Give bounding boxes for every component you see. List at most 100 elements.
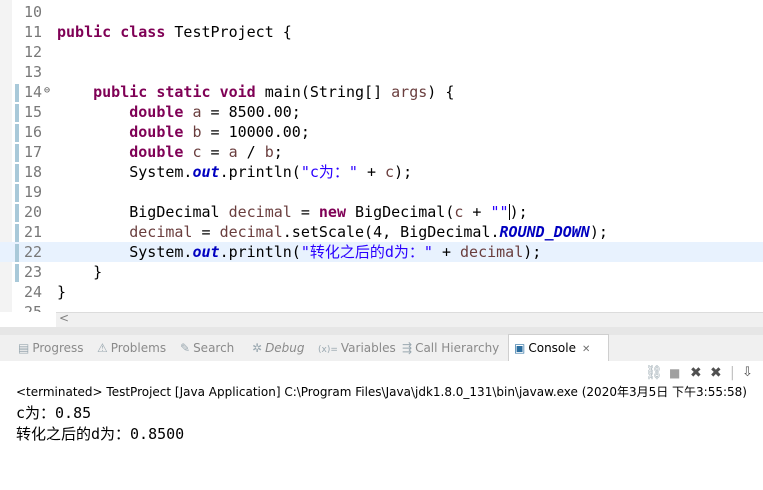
code-token: = 10000.00; xyxy=(201,123,310,141)
code-token: BigDecimal( xyxy=(346,203,455,221)
line-number: 24 xyxy=(24,283,43,301)
line-number: 20 xyxy=(24,203,43,221)
code-token: ); xyxy=(589,223,608,241)
tab-label: Variables xyxy=(340,341,396,355)
change-marker xyxy=(15,144,19,162)
code-line[interactable]: 20 BigDecimal decimal = new BigDecimal(c… xyxy=(0,202,763,222)
tab-progress[interactable]: ▤ Progress xyxy=(18,335,88,361)
tab-console[interactable]: ▣ Console ✕ xyxy=(508,334,609,361)
code-line[interactable]: 19 xyxy=(0,182,763,202)
code-token: a xyxy=(228,143,238,161)
panel-divider[interactable] xyxy=(0,327,763,335)
code-line[interactable]: 23 } xyxy=(0,262,763,282)
code-text: double a = 8500.00; xyxy=(57,102,301,122)
code-token: decimal xyxy=(228,203,292,221)
code-token: "c为：" xyxy=(300,163,358,181)
code-token: new xyxy=(318,203,346,221)
code-token: + xyxy=(357,163,386,181)
console-output-line: 转化之后的d为：0.8500 xyxy=(16,425,185,443)
code-token: double xyxy=(129,103,184,121)
line-number: 11 xyxy=(24,23,43,41)
code-token: main(String[] xyxy=(255,83,392,101)
view-tab-bar: ▤ Progress ⚠ Problems ✎ Search ✲ Debug (x)= Varia… xyxy=(0,334,763,362)
code-line[interactable]: 22 System.out.println("转化之后的d为：" + decim… xyxy=(0,242,763,262)
change-marker xyxy=(15,224,19,242)
fold-toggle-icon[interactable]: ⊖ xyxy=(44,85,50,97)
code-token: = xyxy=(192,223,220,241)
code-editor[interactable]: 10 11 public class TestProject { 12 13 14 ⊖ pu… xyxy=(0,0,763,312)
tab-search[interactable]: ✎ Search xyxy=(180,335,244,361)
code-line[interactable]: 17 double c = a / b; xyxy=(0,142,763,162)
call-hierarchy-icon: ⇶ xyxy=(402,341,413,355)
tab-label: Problems xyxy=(110,341,167,355)
remove-all-icon[interactable]: ✖ xyxy=(710,364,722,382)
code-line[interactable]: 18 System.out.println("c为：" + c); xyxy=(0,162,763,182)
remove-launch-icon[interactable]: ✖ xyxy=(690,364,702,382)
code-line[interactable]: 16 double b = 10000.00; xyxy=(0,122,763,142)
horizontal-scrollbar[interactable]: < xyxy=(56,311,763,327)
code-token: = 8500.00; xyxy=(201,103,301,121)
code-line[interactable]: 13 xyxy=(0,62,763,82)
tab-label: Search xyxy=(193,341,235,355)
code-text: System.out.println("转化之后的d为：" + decimal)… xyxy=(57,242,541,262)
console-output-line: c为：0.85 xyxy=(16,404,92,422)
change-marker xyxy=(15,204,19,222)
code-token: + xyxy=(432,243,461,261)
variables-icon: (x)= xyxy=(318,345,338,355)
line-number: 17 xyxy=(24,143,43,161)
tab-problems[interactable]: ⚠ Problems xyxy=(97,335,173,361)
scroll-lock-icon[interactable]: ⇩ xyxy=(742,364,753,382)
close-tab-icon[interactable]: ✕ xyxy=(582,344,590,355)
code-token: ); xyxy=(509,203,528,221)
change-marker xyxy=(15,164,19,182)
code-token: public xyxy=(93,83,148,101)
code-token: ; xyxy=(273,143,283,161)
pin-console-icon[interactable]: ⛓ xyxy=(645,364,663,382)
code-line[interactable]: 14 ⊖ public static void main(String[] arg… xyxy=(0,82,763,102)
console-output[interactable]: c为：0.85 转化之后的d为：0.8500 xyxy=(16,403,184,445)
code-token: "" xyxy=(490,203,509,221)
console-toolbar: ⛓ ■ ✖ ✖ | ⇩ xyxy=(0,361,763,385)
line-number: 12 xyxy=(24,43,43,61)
line-number: 15 xyxy=(24,103,43,121)
code-token: class xyxy=(120,23,166,41)
terminate-icon[interactable]: ■ xyxy=(669,364,680,382)
code-line[interactable]: 25 xyxy=(0,302,763,312)
console-icon: ▣ xyxy=(514,341,526,355)
code-text: BigDecimal decimal = new BigDecimal(c + … xyxy=(57,202,528,222)
code-line[interactable]: 10 xyxy=(0,2,763,22)
code-text: double c = a / b; xyxy=(57,142,283,162)
code-line[interactable]: 11 public class TestProject { xyxy=(0,22,763,42)
code-token: BigDecimal xyxy=(57,203,229,221)
code-line[interactable]: 15 double a = 8500.00; xyxy=(0,102,763,122)
line-number: 25 xyxy=(24,303,43,312)
code-token: double xyxy=(129,123,184,141)
line-number: 16 xyxy=(24,123,43,141)
code-token: TestProject { xyxy=(165,23,292,41)
tab-variables[interactable]: (x)= Variables xyxy=(318,335,396,361)
code-token: = xyxy=(291,203,319,221)
code-text: public class TestProject { xyxy=(57,22,292,42)
code-token: .println( xyxy=(219,163,301,181)
code-text: } xyxy=(57,282,66,302)
line-number: 18 xyxy=(24,163,43,181)
code-text: System.out.println("c为：" + c); xyxy=(57,162,412,182)
code-line[interactable]: 12 xyxy=(0,42,763,62)
tab-label: Call Hierarchy xyxy=(415,341,500,355)
tab-call-hierarchy[interactable]: ⇶ Call Hierarchy xyxy=(402,335,502,361)
change-marker xyxy=(15,124,19,142)
tab-debug[interactable]: ✲ Debug xyxy=(252,335,310,361)
scroll-left-icon[interactable]: < xyxy=(59,311,69,325)
code-token: ); xyxy=(523,243,542,261)
tab-label: Console xyxy=(528,341,576,355)
code-token: b xyxy=(192,123,202,141)
code-line[interactable]: 21 decimal = decimal.setScale(4, BigDeci… xyxy=(0,222,763,242)
line-number: 21 xyxy=(24,223,43,241)
code-token: / xyxy=(237,143,265,161)
code-token: out xyxy=(192,243,220,261)
code-line[interactable]: 24} xyxy=(0,282,763,302)
code-token: static xyxy=(156,83,211,101)
